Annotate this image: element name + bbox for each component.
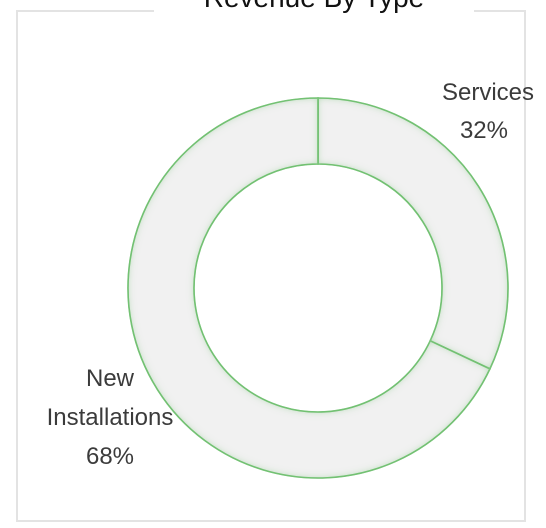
donut-slices — [127, 97, 509, 479]
slice-label-new-installations-name-line2: Installations — [47, 404, 174, 431]
slice-label-services-name: Services — [442, 79, 534, 106]
donut-chart: Services 32% New Installations 68% — [47, 79, 534, 479]
slice-label-new-installations-name-line1: New — [86, 365, 135, 392]
slice-label-services-percent: 32% — [460, 117, 508, 144]
slice-label-new-installations-percent: 68% — [86, 443, 134, 470]
